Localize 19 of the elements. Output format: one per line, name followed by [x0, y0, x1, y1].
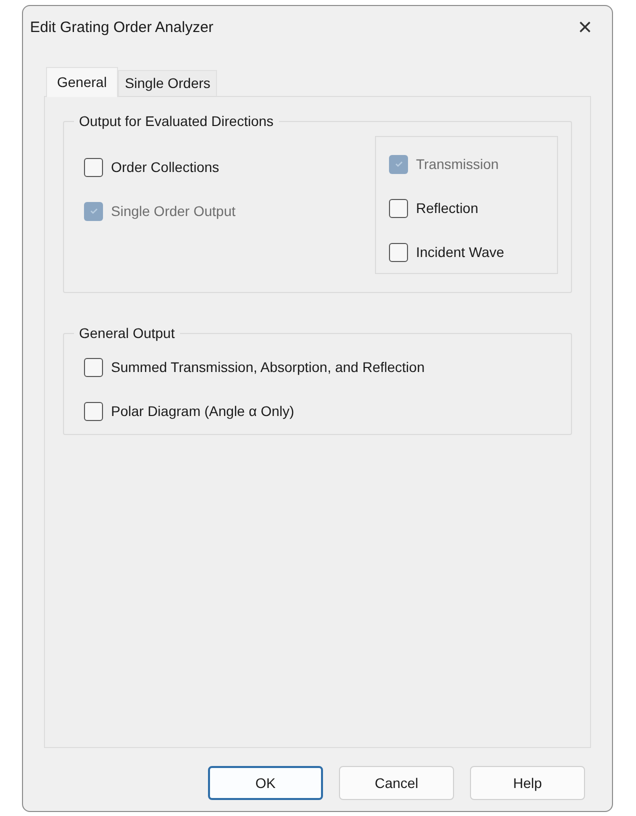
checkbox[interactable]: [389, 242, 408, 262]
checkbox-label[interactable]: Order Collections: [111, 156, 220, 178]
dialog-button[interactable]: OK: [208, 766, 323, 800]
tab[interactable]: General: [46, 67, 118, 97]
checkbox-label[interactable]: Incident Wave: [416, 242, 504, 262]
checkbox-label[interactable]: Reflection: [416, 198, 478, 218]
checkbox-label[interactable]: Summed Transmission, Absorption, and Reflection: [111, 356, 425, 378]
close-button[interactable]: ×: [570, 13, 600, 43]
check-icon: [88, 206, 98, 216]
tab[interactable]: Single Orders: [118, 70, 218, 96]
checkbox[interactable]: [389, 198, 408, 218]
checkbox[interactable]: [84, 402, 103, 420]
check-icon: [394, 159, 404, 169]
checkbox[interactable]: [84, 158, 103, 176]
checkbox-label[interactable]: Polar Diagram (Angle α Only): [111, 400, 294, 422]
dialog-button[interactable]: Cancel: [339, 766, 454, 800]
dialog-button[interactable]: Help: [470, 766, 585, 800]
checkbox[interactable]: [84, 358, 103, 376]
window-title: Edit Grating Order Analyzer: [30, 18, 214, 38]
